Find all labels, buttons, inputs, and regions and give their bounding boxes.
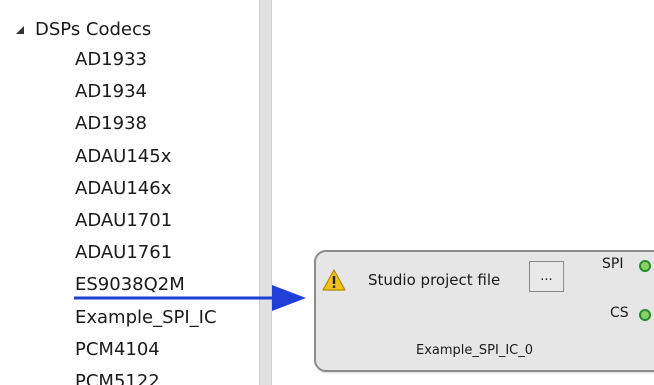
tree-item-list: AD1933 AD1934 AD1938 ADAU145x ADAU146x A…: [75, 44, 217, 385]
tree-item[interactable]: AD1933: [75, 44, 217, 76]
toolbox-tree: DSPs Codecs AD1933 AD1934 AD1938 ADAU145…: [0, 0, 258, 385]
tree-item[interactable]: AD1934: [75, 76, 217, 108]
tree-group-label: DSPs Codecs: [35, 18, 152, 40]
expanded-triangle-icon[interactable]: [16, 26, 24, 34]
tree-item[interactable]: PCM4104: [75, 334, 217, 366]
tree-item[interactable]: ES9038Q2M: [75, 269, 217, 301]
tree-item[interactable]: ADAU1761: [75, 237, 217, 269]
block-instance-name: Example_SPI_IC_0: [416, 343, 534, 358]
panel-splitter[interactable]: [259, 0, 272, 385]
tree-item[interactable]: PCM5122: [75, 366, 217, 385]
cs-pin-connector[interactable]: [639, 309, 651, 321]
ic-block[interactable]: Studio project file ... SPI CS Example_S…: [314, 250, 654, 372]
tree-item[interactable]: ADAU1701: [75, 205, 217, 237]
app-window: DSPs Codecs AD1933 AD1934 AD1938 ADAU145…: [0, 0, 654, 385]
browse-button[interactable]: ...: [529, 261, 564, 292]
tree-item-example-spi-ic[interactable]: Example_SPI_IC: [75, 302, 217, 334]
tree-item[interactable]: ADAU146x: [75, 173, 217, 205]
tree-item[interactable]: AD1938: [75, 108, 217, 140]
cs-pin-label: CS: [610, 305, 629, 321]
tree-item[interactable]: ADAU145x: [75, 141, 217, 173]
tree-group-dsps-codecs[interactable]: DSPs Codecs: [16, 16, 151, 42]
warning-icon: [322, 269, 346, 291]
spi-pin-label: SPI: [602, 256, 624, 272]
project-file-label: Studio project file: [368, 271, 501, 289]
spi-pin-connector[interactable]: [639, 260, 651, 272]
